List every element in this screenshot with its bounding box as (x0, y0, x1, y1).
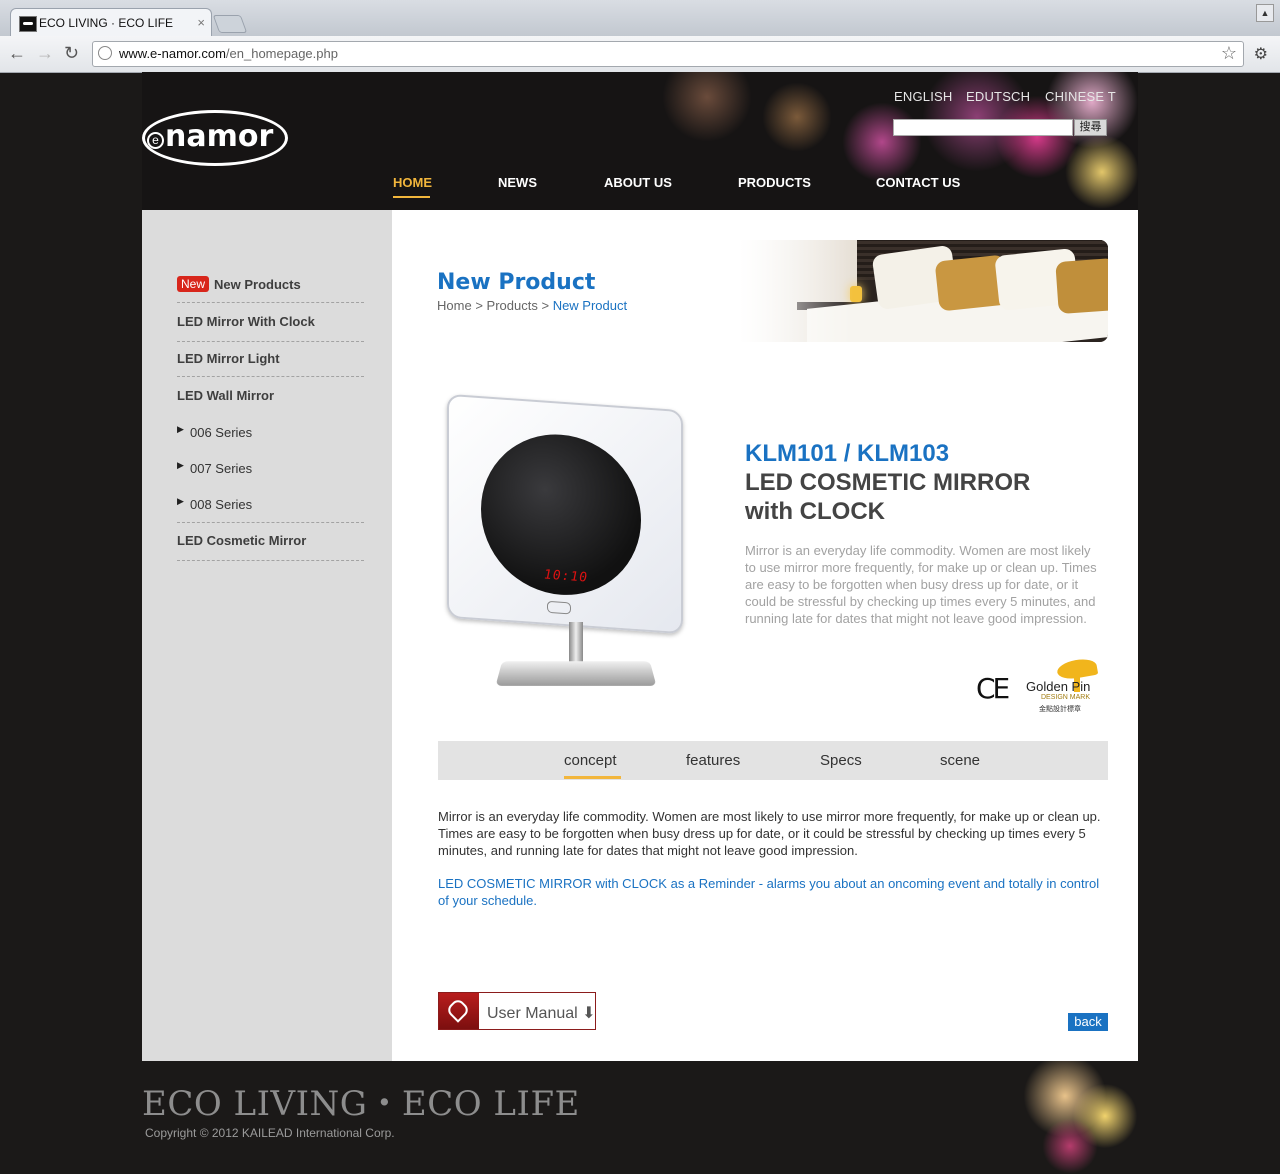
tab-concept[interactable]: concept (564, 752, 617, 769)
lang-deutsch[interactable]: EDUTSCH (966, 89, 1030, 104)
bokeh-light (662, 72, 752, 142)
sidebar-sub-006-series[interactable]: ▶ 006 Series (177, 424, 253, 440)
sidebar-item-label: LED Mirror With Clock (177, 314, 315, 329)
sub-item-label: 008 Series (190, 497, 253, 512)
pdf-icon (439, 993, 479, 1029)
product-tabs: concept features Specs scene (438, 741, 1108, 780)
product-name-line2: with CLOCK (745, 498, 885, 525)
user-manual-button[interactable]: User Manual ⬇ (438, 992, 596, 1030)
breadcrumb-separator: > (475, 298, 483, 313)
mirror-frame: 10:10 (447, 393, 683, 635)
page-title: New Product (437, 270, 596, 295)
breadcrumb-separator: > (541, 298, 550, 313)
sidebar-item-label: LED Cosmetic Mirror (177, 533, 307, 548)
browser-tab-bar: ECO LIVING · ECO LIFE × ▲ (0, 0, 1280, 37)
enamor-logo[interactable]: e namor (142, 110, 288, 166)
bokeh-light (1040, 1116, 1100, 1174)
back-button[interactable]: back (1068, 1013, 1108, 1031)
main-content: New Product Home > Products > New Produc… (392, 210, 1138, 1061)
sidebar-item-label: New Products (214, 277, 301, 292)
tab-title: ECO LIVING · ECO LIFE (39, 16, 174, 30)
tab-specs[interactable]: Specs (820, 752, 862, 769)
nav-contact-us[interactable]: CONTACT US (876, 175, 960, 190)
browser-toolbar: ← → ↻ www.e-namor.com/en_homepage.php ☆ … (0, 36, 1280, 73)
user-manual-label: User Manual ⬇ (487, 1005, 596, 1022)
window-restore-button[interactable]: ▲ (1256, 4, 1274, 22)
sidebar-item-label: LED Wall Mirror (177, 388, 275, 403)
golden-pin-text: Golden Pin (1026, 679, 1091, 694)
mirror-stem (569, 622, 583, 664)
footer-slogan: ECO LIVING・ECO LIFE (142, 1084, 580, 1124)
triangle-right-icon: ▶ (177, 496, 184, 506)
search-button[interactable]: 搜尋 (1074, 119, 1107, 136)
lang-chinese[interactable]: CHINESE T (1045, 89, 1116, 104)
golden-pin-subtext: DESIGN MARK (1041, 694, 1091, 701)
sidebar-item-led-mirror-with-clock[interactable]: LED Mirror With Clock (177, 314, 364, 342)
concept-highlight: LED COSMETIC MIRROR with CLOCK as a Remi… (438, 876, 1100, 908)
sidebar-item-led-cosmetic-mirror[interactable]: LED Cosmetic Mirror (177, 533, 364, 561)
bookmark-star-icon[interactable]: ☆ (1221, 43, 1237, 64)
sub-item-label: 007 Series (190, 461, 253, 476)
sidebar-item-label: LED Mirror Light (177, 351, 280, 366)
sub-item-label: 006 Series (190, 425, 253, 440)
globe-icon (98, 46, 112, 60)
lang-english[interactable]: ENGLISH (894, 89, 952, 104)
logo-e-mark: e (147, 132, 164, 149)
nav-products[interactable]: PRODUCTS (738, 175, 811, 190)
tab-scene[interactable]: scene (940, 752, 980, 769)
tab-active-indicator (564, 776, 621, 779)
product-model: KLM101 / KLM103 (745, 440, 950, 467)
bokeh-light (762, 82, 832, 152)
triangle-right-icon: ▶ (177, 424, 184, 434)
close-tab-icon[interactable]: × (197, 15, 205, 30)
product-image: 10:10 (442, 393, 683, 692)
nav-active-indicator (393, 196, 430, 198)
address-bar[interactable]: www.e-namor.com/en_homepage.php ☆ (92, 41, 1244, 67)
mirror-base (495, 661, 657, 686)
golden-pin-logo: Golden Pin DESIGN MARK 金點設計標章 (1024, 656, 1104, 715)
nav-home[interactable]: HOME (393, 175, 432, 190)
breadcrumb-current: New Product (552, 298, 628, 313)
browser-tab[interactable]: ECO LIVING · ECO LIFE × (10, 8, 212, 37)
site-header: e namor ENGLISH EDUTSCH CHINESE T 搜尋 HOM… (142, 72, 1138, 210)
footer-bokeh (1000, 1061, 1138, 1174)
sidebar-sub-007-series[interactable]: ▶ 007 Series (177, 460, 253, 476)
nav-about-us[interactable]: ABOUT US (604, 175, 672, 190)
search-input[interactable] (893, 119, 1073, 136)
reload-icon[interactable]: ↻ (64, 44, 79, 62)
nav-news[interactable]: NEWS (498, 175, 537, 190)
product-name-line1: LED COSMETIC MIRROR (745, 469, 1031, 496)
golden-pin-cn-text: 金點設計標章 (1039, 706, 1081, 713)
tab-features[interactable]: features (686, 752, 740, 769)
wrench-menu-icon[interactable]: ⚙ (1254, 44, 1268, 64)
url-text: www.e-namor.com/en_homepage.php (119, 46, 338, 61)
concept-body: Mirror is an everyday life commodity. Wo… (438, 809, 1101, 858)
footer-copyright: Copyright © 2012 KAILEAD International C… (145, 1126, 395, 1140)
breadcrumb-products[interactable]: Products (487, 298, 538, 313)
site-favicon-icon (19, 16, 37, 32)
logo-text: namor (165, 119, 274, 154)
sidebar-item-new-products[interactable]: New New Products (177, 276, 364, 303)
triangle-right-icon: ▶ (177, 460, 184, 470)
back-arrow-icon[interactable]: ← (8, 44, 26, 62)
forward-arrow-icon[interactable]: → (36, 44, 54, 62)
breadcrumb: Home > Products > New Product (437, 298, 627, 313)
product-description: Mirror is an everyday life commodity. Wo… (745, 543, 1097, 626)
product-sidebar: New New Products LED Mirror With Clock L… (142, 210, 392, 1061)
mirror-logo-badge (547, 600, 571, 615)
breadcrumb-home[interactable]: Home (437, 298, 472, 313)
clock-display: 10:10 (544, 567, 589, 586)
sidebar-sub-008-series[interactable]: ▶ 008 Series (177, 496, 253, 512)
bokeh-light (842, 102, 922, 182)
new-badge: New (177, 276, 210, 292)
new-tab-button[interactable] (212, 15, 248, 33)
ce-mark-icon: CE (976, 672, 1010, 705)
page-banner: New Product Home > Products > New Produc… (437, 240, 1108, 342)
sidebar-item-led-mirror-light[interactable]: LED Mirror Light (177, 351, 364, 377)
